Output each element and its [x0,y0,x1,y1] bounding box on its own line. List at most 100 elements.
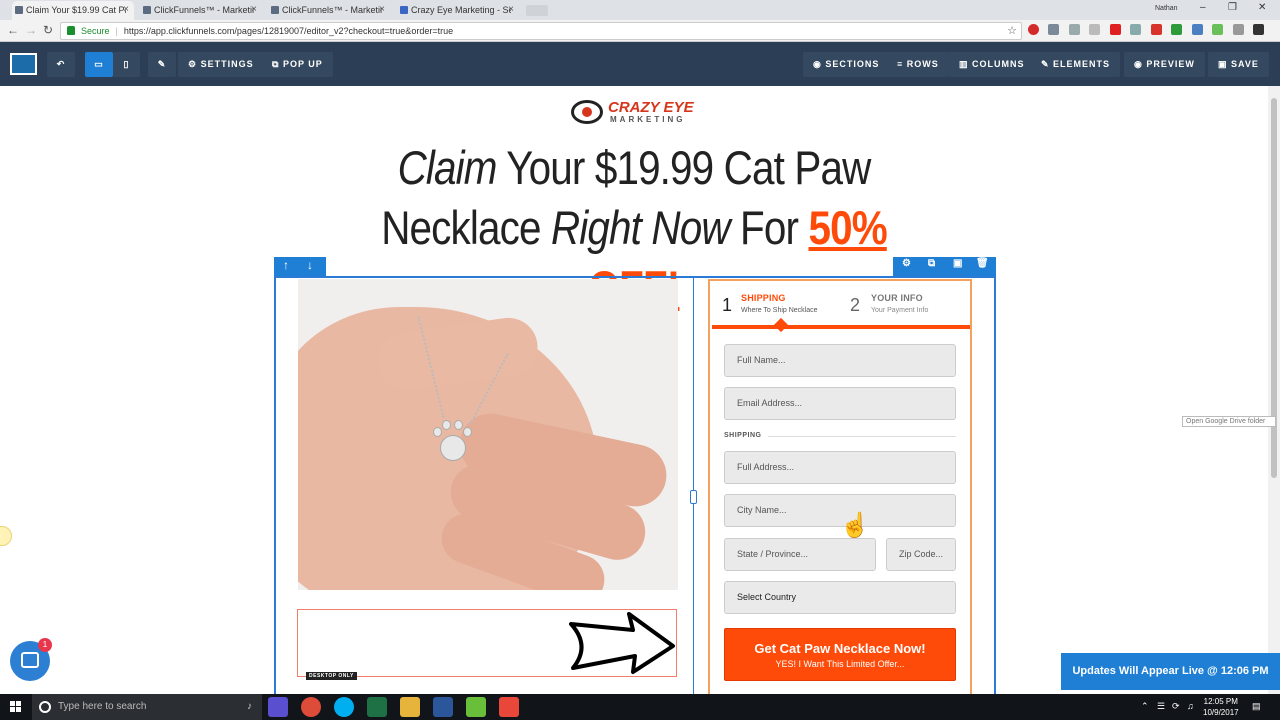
gmail-extension-icon[interactable] [1150,24,1162,35]
column-resize-handle[interactable] [690,490,697,504]
cog-icon: ⚙ [188,59,201,69]
back-icon[interactable]: ← [7,23,19,37]
step1-number: 1 [722,295,733,315]
extension-icon[interactable] [1191,24,1203,35]
scrollbar[interactable] [1268,86,1280,694]
state-field[interactable]: State / Province... [724,538,876,571]
opera-extension-icon[interactable] [1028,24,1039,35]
step1-subtitle: Where To Ship Necklace [741,307,818,314]
recorder-icon[interactable] [499,697,519,717]
network-icon[interactable]: ☰ [1157,701,1165,712]
tab-claim[interactable]: Claim Your $19.99 Cat Pa × [12,1,134,20]
columns-button[interactable]: ▥ COLUMNS [949,52,1035,77]
extension-icon[interactable] [1089,24,1101,35]
mobile-view-button[interactable]: ▯ [113,52,140,77]
close-tab-icon[interactable]: × [251,1,257,19]
word-icon[interactable] [433,697,453,717]
arrow-right-icon [569,612,675,674]
restore-icon[interactable]: ❐ [1228,2,1237,13]
close-window-icon[interactable]: ✕ [1258,2,1266,13]
taskbar-search-box[interactable]: Type here to search ♪ [32,694,262,720]
extension-icon[interactable] [1048,24,1060,35]
wand-icon: ✎ [1041,59,1054,69]
popup-button[interactable]: ⧉ POP UP [262,52,333,77]
bookmark-star-icon[interactable]: ☆ [1007,23,1017,39]
full-address-field[interactable]: Full Address... [724,451,956,484]
secure-label: Secure [81,26,110,36]
rows-button[interactable]: ≡ ROWS [887,52,949,77]
get-necklace-button[interactable]: Get Cat Paw Necklace Now! YES! I Want Th… [724,628,956,681]
sections-button[interactable]: ◉ SECTIONS [803,52,890,77]
step2-subtitle: Your Payment Info [871,307,929,314]
sections-icon: ◉ [813,59,826,69]
rows-icon: ≡ [897,59,907,69]
live-updates-banner: Updates Will Appear Live @ 12:06 PM [1061,653,1280,690]
close-tab-icon[interactable]: × [379,1,385,19]
notifications-icon[interactable]: ▤ [1252,701,1261,712]
settings-button[interactable]: ⚙ SETTINGS [178,52,264,77]
step2-number: 2 [850,295,861,315]
zip-field[interactable]: Zip Code... [886,538,956,571]
windows-start-icon[interactable] [10,701,22,713]
elements-button[interactable]: ✎ ELEMENTS [1031,52,1121,77]
extension-icon[interactable] [1232,24,1244,35]
excel-icon[interactable] [367,697,387,717]
chrome-icon[interactable] [301,697,321,717]
desktop-icon: ▭ [94,59,104,69]
tab-clickfunnels-1[interactable]: ClickFunnels™ - Marketin × [140,1,262,20]
pinned-app-icon[interactable] [268,697,288,717]
taskbar-clock[interactable]: 12:05 PM 10/9/2017 [1203,696,1239,718]
wand-button[interactable]: ✎ [148,52,176,77]
close-tab-icon[interactable]: × [123,1,129,19]
country-select[interactable]: Select Country [724,581,956,614]
reload-icon[interactable]: ↻ [43,23,53,37]
form-steps: 1 SHIPPING Where To Ship Necklace 2 YOUR… [710,281,970,326]
preview-button[interactable]: ◉ PREVIEW [1124,52,1205,77]
extension-icon[interactable] [1068,24,1080,35]
extension-icon[interactable] [1130,24,1142,35]
clone-icon[interactable]: ⧉ [928,258,935,269]
chat-widget-button[interactable]: 1 [10,638,52,681]
skype-icon[interactable] [334,697,354,717]
extension-icon[interactable] [1171,24,1183,35]
volume-icon[interactable]: ♫ [1187,701,1194,711]
google-drive-tooltip: Open Google Drive folder [1182,416,1276,427]
browser-tab-strip: Claim Your $19.99 Cat Pa × ClickFunnels™… [0,0,1280,20]
profile-name[interactable]: Nathan [1155,5,1178,12]
minimize-icon[interactable]: – [1200,2,1206,13]
desktop-view-button[interactable]: ▭ [85,52,113,77]
clickfunnels-logo-icon[interactable] [10,53,37,75]
sync-icon[interactable]: ⟳ [1172,701,1180,712]
extension-icon[interactable] [1212,24,1224,35]
forward-icon[interactable]: → [25,23,37,37]
row-settings-icon[interactable]: ⚙ [902,258,911,269]
address-bar-row: ← → ↻ Secure | https://app.clickfunnels.co… [0,20,1280,53]
columns-icon: ▥ [959,59,973,69]
undo-button[interactable]: ↶ [47,52,75,77]
move-up-icon[interactable]: ↑ [283,258,289,272]
tab-clickfunnels-2[interactable]: ClickFunnels™ - Marketin × [268,1,390,20]
move-down-icon[interactable]: ↓ [307,258,313,272]
step2-title: YOUR INFO [871,293,923,303]
tab-crazy-eye[interactable]: Crazy Eye Marketing - Se × [397,1,519,20]
brand-logo: CRAZY EYE MARKETING [568,98,708,128]
tray-chevron-icon[interactable]: ⌃ [1141,701,1149,712]
microphone-icon[interactable]: ♪ [247,694,252,720]
url-field[interactable]: Secure | https://app.clickfunnels.com/page… [60,22,1022,40]
save-row-icon[interactable]: ▣ [953,258,962,269]
email-field[interactable]: Email Address... [724,387,956,420]
file-explorer-icon[interactable] [400,697,420,717]
camtasia-icon[interactable] [466,697,486,717]
close-tab-icon[interactable]: × [508,1,514,19]
delete-icon[interactable]: 🗑 [976,258,989,269]
windows-taskbar: Type here to search ♪ ⌃ ☰ ⟳ ♫ 12:05 PM 1… [0,694,1280,720]
arrow-image-box[interactable] [297,609,677,677]
product-image[interactable] [298,279,678,590]
undo-icon: ↶ [56,59,66,69]
youtube-extension-icon[interactable] [1109,24,1121,35]
new-tab-button[interactable] [526,5,548,16]
full-name-field[interactable]: Full Name... [724,344,956,377]
save-button[interactable]: ▣ SAVE [1208,52,1269,77]
extension-icon[interactable] [1252,24,1264,35]
magic-wand-icon: ✎ [157,59,167,69]
